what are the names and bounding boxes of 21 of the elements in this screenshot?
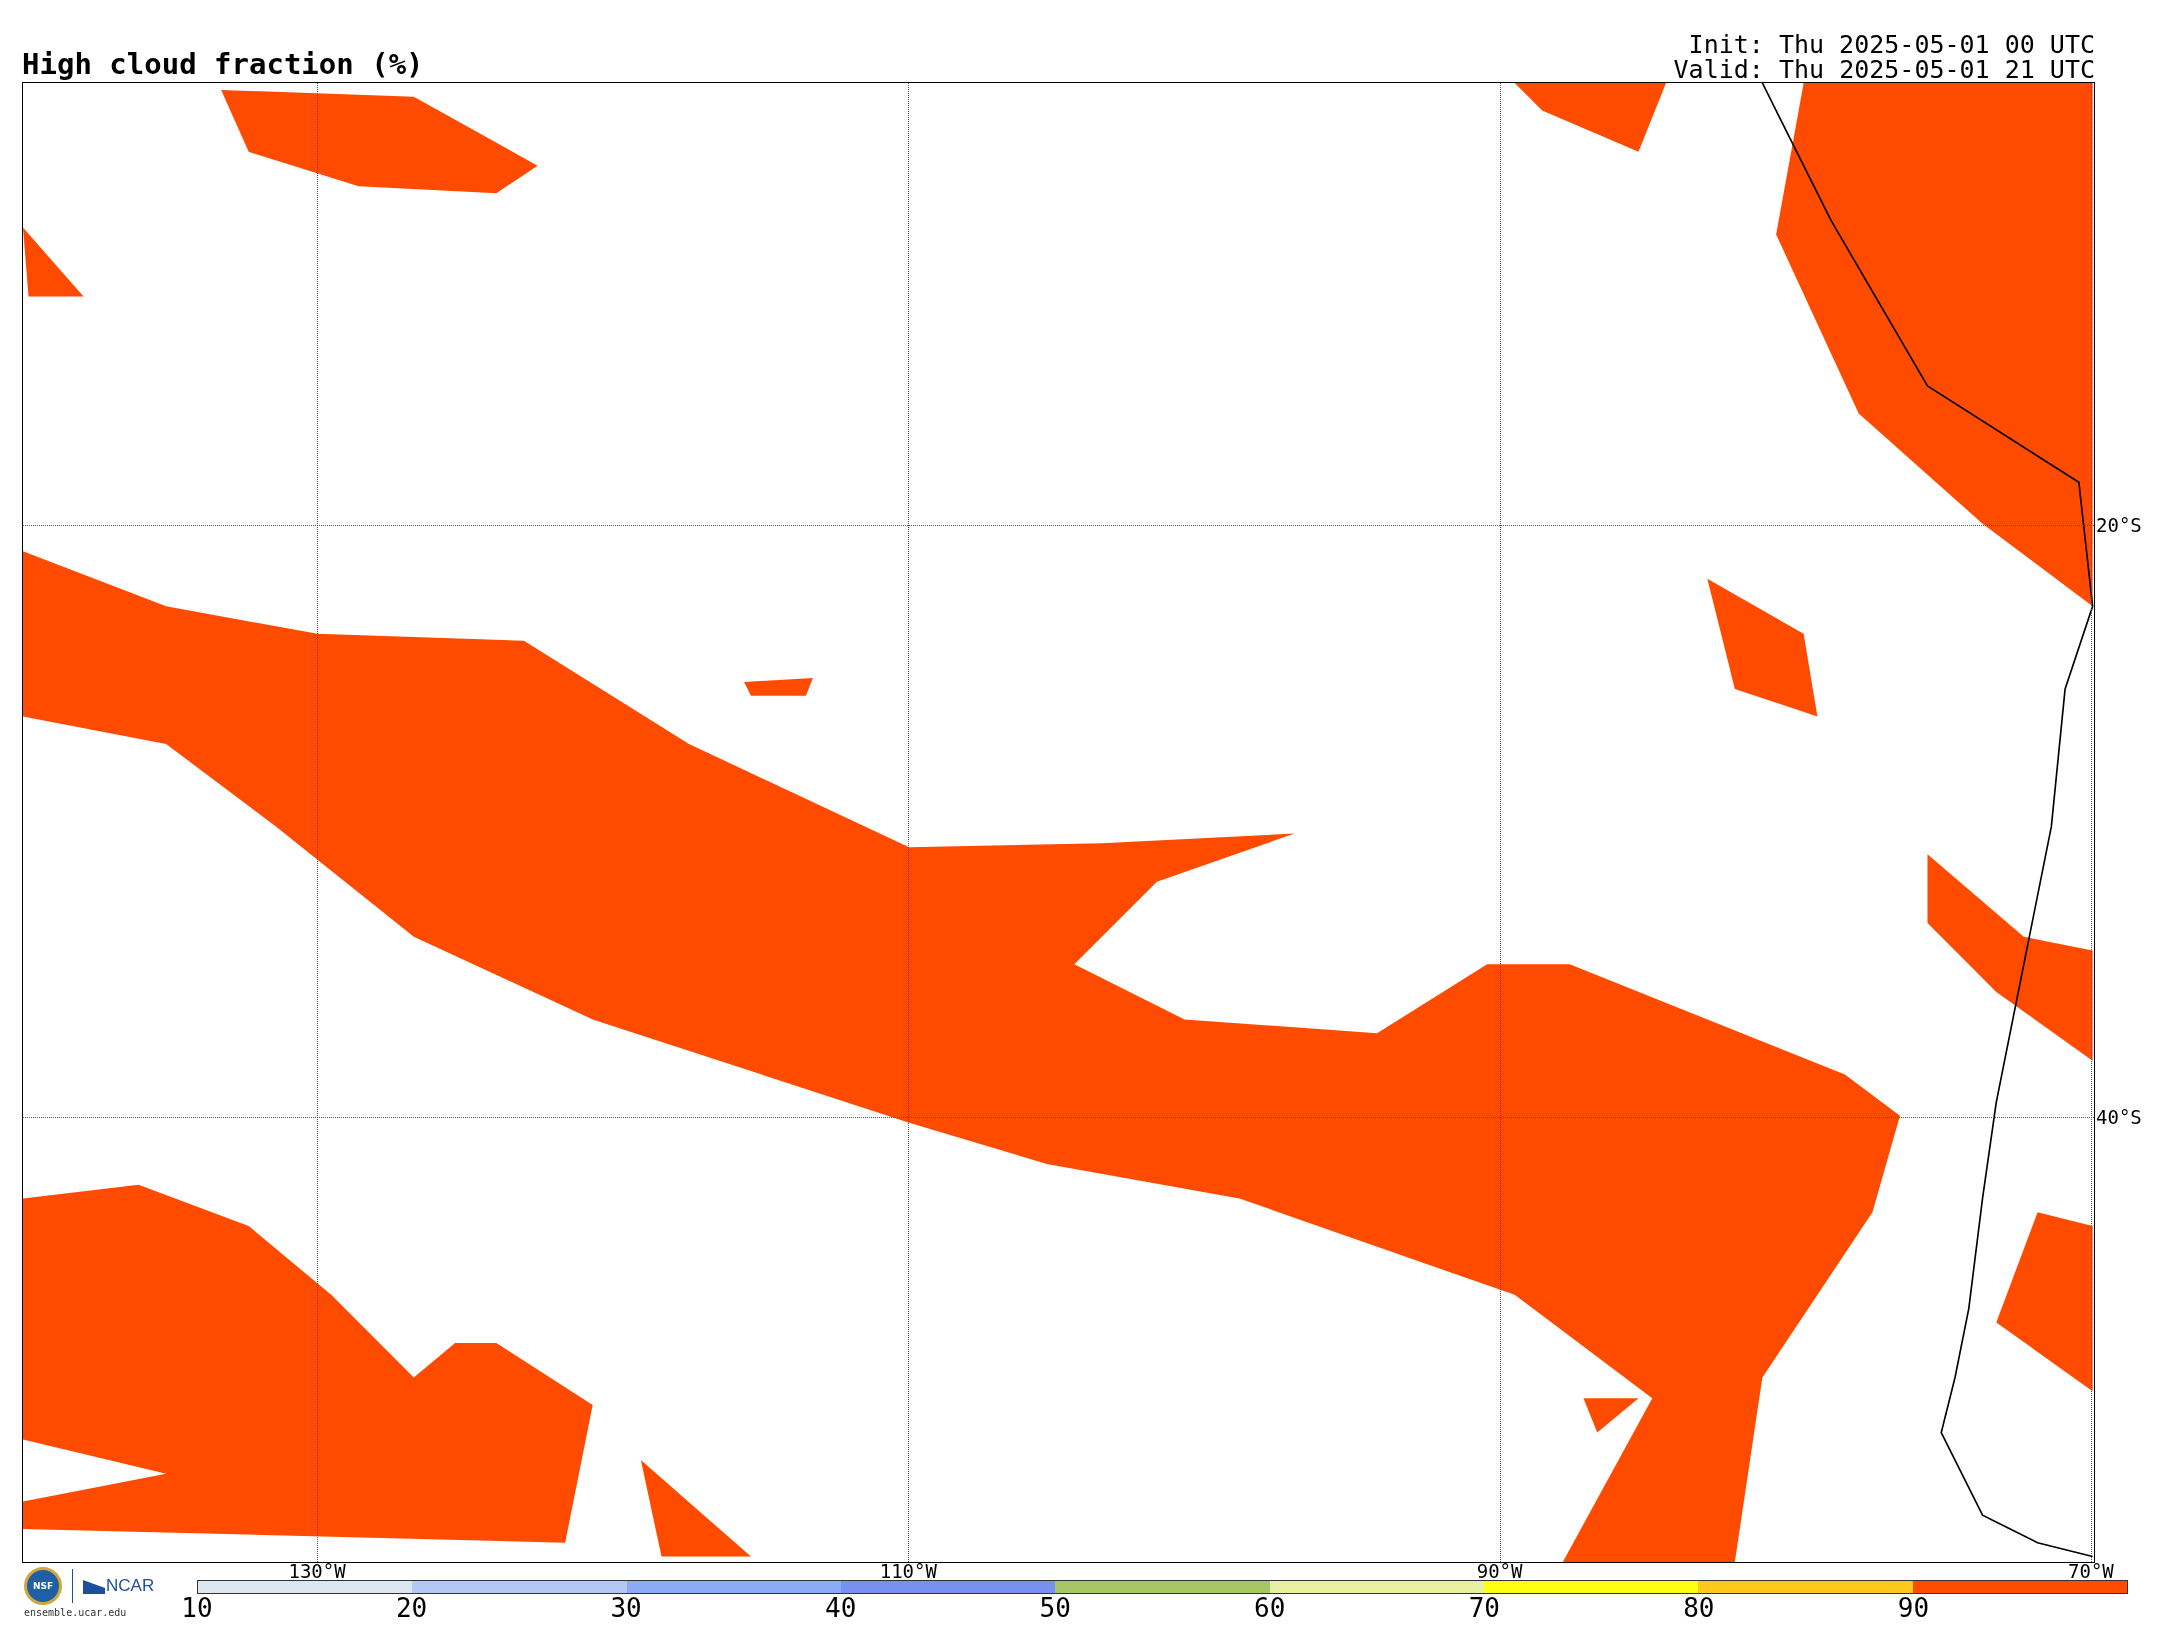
longitude-label: 110°W — [879, 1562, 937, 1581]
colorbar-tick: 70 — [1468, 1595, 1500, 1621]
latitude-label: 20°S — [2095, 515, 2142, 535]
valid-time: Valid: Thu 2025-05-01 21 UTC — [1673, 57, 2095, 82]
ncar-logo: NCAR — [83, 1576, 155, 1596]
longitude-label: 70°W — [2068, 1562, 2114, 1581]
colorbar-tick: 80 — [1683, 1595, 1715, 1621]
emblem-logo: NSF — [24, 1567, 62, 1605]
colorbar-tick: 90 — [1897, 1595, 1930, 1621]
colorbar-tick: 50 — [1039, 1595, 1071, 1621]
site-url: ensemble.ucar.edu — [24, 1607, 127, 1618]
colorbar-tick: 60 — [1254, 1595, 1286, 1621]
colorbar-tick: 30 — [610, 1595, 642, 1621]
chart-title: High cloud fraction (%) — [22, 50, 424, 82]
init-time: Init: Thu 2025-05-01 00 UTC — [1688, 33, 2095, 58]
longitude-label: 130°W — [288, 1562, 346, 1581]
colorbar-tick: 40 — [825, 1595, 857, 1621]
colorbar-tick: 10 — [181, 1595, 213, 1621]
colorbar-tick: 20 — [395, 1595, 428, 1621]
longitude-label: 90°W — [1476, 1562, 1523, 1581]
latitude-label: 40°S — [2095, 1107, 2142, 1127]
